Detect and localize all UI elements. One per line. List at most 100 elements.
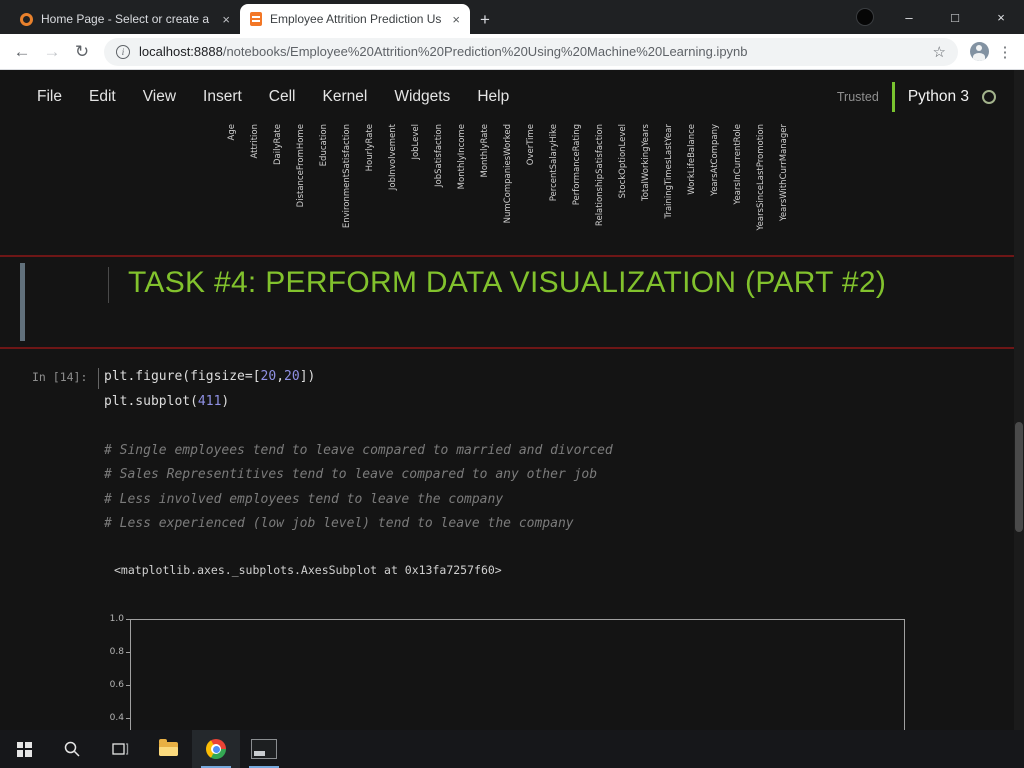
browser-toolbar: ← → ↻ i localhost:8888/notebooks/Employe… xyxy=(0,34,1024,70)
column-label: DistanceFromHome xyxy=(296,124,306,208)
menu-item-cell[interactable]: Cell xyxy=(269,88,296,106)
file-explorer-button[interactable] xyxy=(144,730,192,768)
scrollbar-thumb[interactable] xyxy=(1015,422,1023,532)
new-tab-button[interactable]: + xyxy=(470,6,500,34)
file-explorer-icon xyxy=(158,739,178,756)
notebook-menubar: File Edit View Insert Cell Kernel Widgets Help … xyxy=(0,70,1024,124)
column-label: MonthlyRate xyxy=(480,124,490,178)
forward-icon[interactable]: → xyxy=(38,42,66,62)
column-label: YearsInCurrentRole xyxy=(733,124,743,205)
column-label: YearsWithCurrManager xyxy=(779,124,789,222)
kernel-accent-bar xyxy=(891,82,895,112)
code-line: # Sales Representitives tend to leave co… xyxy=(104,467,598,482)
ytick-label: 0.6 xyxy=(109,679,124,690)
column-label: MonthlyIncome xyxy=(457,124,467,190)
start-button[interactable] xyxy=(0,730,48,768)
address-bar[interactable]: i localhost:8888/notebooks/Employee%20At… xyxy=(104,37,958,66)
kernel-name: Python 3 xyxy=(907,88,969,105)
code-lines: plt.figure(figsize=[20,20]) plt.subplot(4… xyxy=(104,365,613,537)
taskbar-search-button[interactable] xyxy=(48,730,96,768)
menu-item-view[interactable]: View xyxy=(143,88,176,106)
url-host: localhost:8888 xyxy=(139,44,223,59)
notebook-menu: File Edit View Insert Cell Kernel Widgets Help xyxy=(0,88,509,106)
ytick-mark xyxy=(126,717,130,719)
tab-home-page[interactable]: Home Page - Select or create a n × xyxy=(10,4,240,34)
selected-cell-indicator xyxy=(20,263,25,341)
windows-logo-icon xyxy=(16,741,32,757)
reload-icon[interactable]: ↻ xyxy=(68,42,96,62)
column-label: JobLevel xyxy=(411,124,421,160)
browser-tab-strip: Home Page - Select or create a n × Emplo… xyxy=(0,0,1024,34)
profile-badge-icon[interactable] xyxy=(856,8,874,26)
column-label: TrainingTimesLastYear xyxy=(664,124,674,219)
tab-title: Employee Attrition Prediction Us xyxy=(270,12,442,26)
menu-item-file[interactable]: File xyxy=(37,88,62,106)
chrome-icon xyxy=(206,739,226,759)
menu-item-edit[interactable]: Edit xyxy=(89,88,116,106)
url-path: /notebooks/Employee%20Attrition%20Predic… xyxy=(222,44,748,59)
browser-menu-icon[interactable]: ⋮ xyxy=(994,43,1016,61)
ytick-mark xyxy=(126,618,130,620)
tab-close-icon[interactable]: × xyxy=(220,12,232,27)
window-controls: – □ × xyxy=(886,0,1024,34)
column-label: RelationshipSatisfaction xyxy=(595,124,605,227)
ytick-label: 1.0 xyxy=(109,613,124,624)
task-view-icon xyxy=(112,743,129,755)
cell-prompt: In [14]: xyxy=(32,370,88,384)
column-label: TotalWorkingYears xyxy=(641,124,651,201)
ytick-label: 0.8 xyxy=(109,646,124,657)
kernel-area: Trusted Python 3 xyxy=(837,70,996,124)
maximize-button[interactable]: □ xyxy=(932,0,978,34)
tab-close-icon[interactable]: × xyxy=(450,12,462,27)
notebook-scrollbar[interactable] xyxy=(1014,70,1024,730)
column-label: YearsAtCompany xyxy=(710,124,720,196)
code-editor[interactable]: plt.figure(figsize=[20,20]) plt.subplot(4… xyxy=(98,363,613,537)
cell-output: <matplotlib.axes._subplots.AxesSubplot a… xyxy=(114,562,502,577)
close-button[interactable]: × xyxy=(978,0,1024,34)
ytick-mark xyxy=(126,651,130,653)
code-cell[interactable]: In [14]: plt.figure(figsize=[20,20]) plt.… xyxy=(0,363,1024,537)
column-label: HourlyRate xyxy=(365,124,375,172)
menu-item-kernel[interactable]: Kernel xyxy=(323,88,368,106)
search-icon xyxy=(64,741,80,757)
back-icon[interactable]: ← xyxy=(8,42,36,62)
column-label: PercentSalaryHike xyxy=(549,124,559,202)
site-info-icon[interactable]: i xyxy=(116,44,130,59)
chrome-taskbar-button[interactable] xyxy=(192,730,240,768)
column-label: EnvironmentSatisfaction xyxy=(342,124,352,229)
tab-title: Home Page - Select or create a n xyxy=(41,12,213,26)
ytick-label: 0.4 xyxy=(109,712,124,723)
minimize-button[interactable]: – xyxy=(886,0,932,34)
menu-item-widgets[interactable]: Widgets xyxy=(394,88,450,106)
app-window-icon xyxy=(251,739,277,759)
markdown-cell[interactable]: TASK #4: PERFORM DATA VISUALIZATION (PAR… xyxy=(0,255,1024,349)
windows-taskbar xyxy=(0,730,1024,768)
column-label: Education xyxy=(319,124,329,167)
menu-item-help[interactable]: Help xyxy=(477,88,509,106)
screen: Home Page - Select or create a n × Emplo… xyxy=(0,0,1024,768)
column-label: YearsSinceLastPromotion xyxy=(756,124,766,231)
profile-avatar-icon xyxy=(969,42,989,61)
column-label: Attrition xyxy=(250,124,260,159)
menu-item-insert[interactable]: Insert xyxy=(203,88,242,106)
pinned-app-button[interactable] xyxy=(240,730,288,768)
jupyter-home-favicon-icon xyxy=(20,12,33,26)
code-line: # Less involved employees tend to leave … xyxy=(104,491,504,507)
plot-yticks: 1.0 0.8 0.6 0.4 xyxy=(0,599,1024,731)
browser-profile-button[interactable] xyxy=(966,39,992,65)
column-label: JobInvolvement xyxy=(388,124,398,191)
column-label: OverTime xyxy=(526,124,536,166)
markdown-prompt-divider xyxy=(108,267,109,303)
heatmap-xtick-labels: Age Attrition DailyRate DistanceFromHome Edu… xyxy=(0,124,1024,255)
url-text[interactable]: localhost:8888/notebooks/Employee%20Attr… xyxy=(139,44,924,59)
tab-notebook[interactable]: Employee Attrition Prediction Us × xyxy=(240,4,470,34)
code-line: # Single employees tend to leave compare… xyxy=(104,442,613,458)
column-label: StockOptionLevel xyxy=(618,124,628,199)
bookmark-star-icon[interactable]: ☆ xyxy=(933,43,946,61)
section-heading: TASK #4: PERFORM DATA VISUALIZATION (PAR… xyxy=(128,266,887,299)
kernel-status-icon xyxy=(982,90,996,104)
task-view-button[interactable] xyxy=(96,730,144,768)
column-label: JobSatisfaction xyxy=(434,124,444,187)
column-label: WorkLifeBalance xyxy=(687,124,697,195)
